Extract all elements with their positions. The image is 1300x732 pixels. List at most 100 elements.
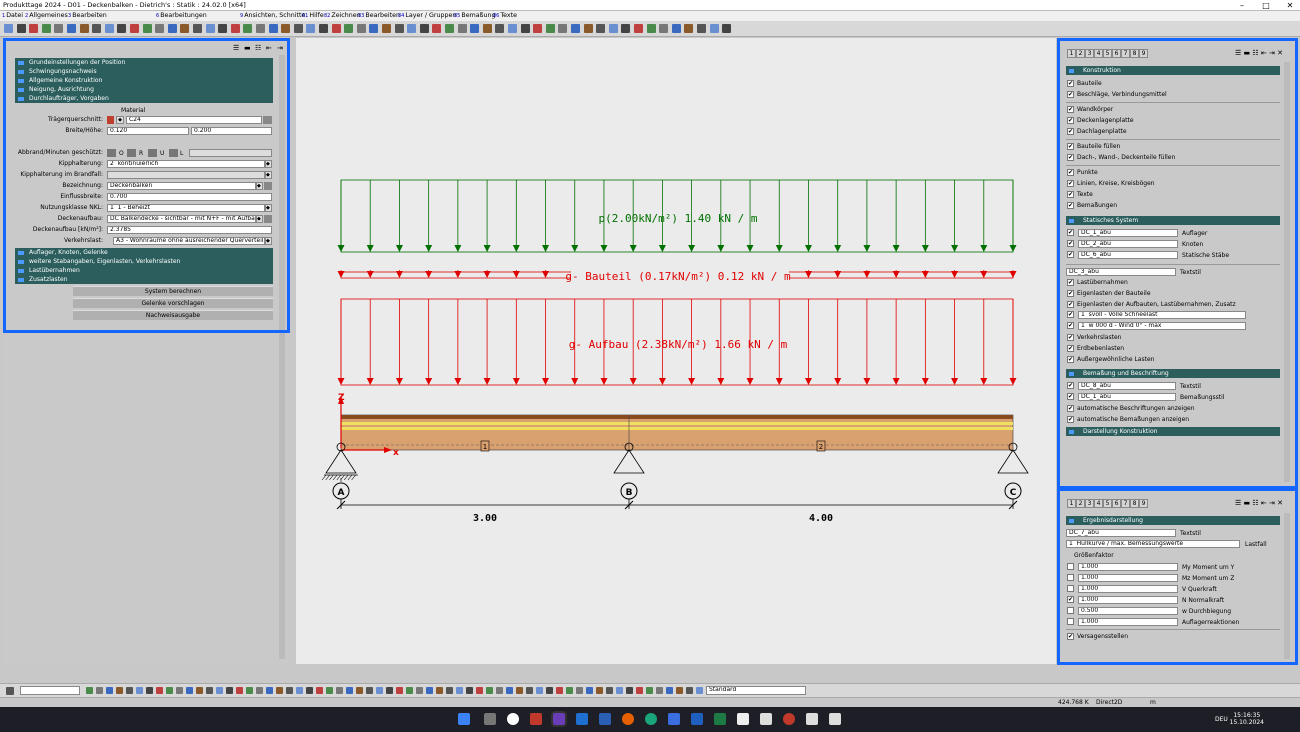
bottom-toolbar-button[interactable] <box>196 687 203 694</box>
toolbar-button[interactable] <box>545 24 555 33</box>
toolbar-button[interactable] <box>41 24 51 33</box>
bottom-toolbar-button[interactable] <box>256 687 263 694</box>
bottom-toolbar-button[interactable] <box>156 687 163 694</box>
toolbar-button[interactable] <box>180 24 190 33</box>
bottom-toolbar-button[interactable] <box>626 687 633 694</box>
toolbar-button[interactable] <box>4 24 13 33</box>
bottom-toolbar-button[interactable] <box>236 687 243 694</box>
beam[interactable] <box>340 414 1014 451</box>
dietrichs-app-icon[interactable] <box>551 711 567 727</box>
bottom-toolbar-button[interactable] <box>666 687 673 694</box>
toolbar-button[interactable] <box>457 24 467 33</box>
bottom-toolbar-button[interactable] <box>656 687 663 694</box>
bottom-toolbar-button[interactable] <box>206 687 213 694</box>
toolbar-button[interactable] <box>394 24 404 33</box>
toolbar-button[interactable] <box>319 24 328 33</box>
toolbar-button[interactable] <box>508 24 517 33</box>
bottom-toolbar-button[interactable] <box>416 687 423 694</box>
bottom-toolbar-button[interactable] <box>426 687 433 694</box>
toolbar-button[interactable] <box>256 24 265 33</box>
toolbar-button[interactable] <box>331 24 341 33</box>
toolbar-button[interactable] <box>243 24 253 33</box>
bottom-toolbar-button[interactable] <box>376 687 383 694</box>
bottom-toolbar-button[interactable] <box>556 687 563 694</box>
menu-bearbeiten-2[interactable]: 83Bearbeiten <box>358 12 400 19</box>
bottom-toolbar-button[interactable] <box>296 687 303 694</box>
toolbar-button[interactable] <box>659 24 669 33</box>
bottom-toolbar-button[interactable] <box>96 687 103 694</box>
bottom-toolbar-button[interactable] <box>396 687 403 694</box>
toolbar-button[interactable] <box>230 24 240 33</box>
pointer-icon[interactable] <box>6 687 14 695</box>
bottom-toolbar-button[interactable] <box>286 687 293 694</box>
toolbar-button[interactable] <box>482 24 492 33</box>
bottom-toolbar-button[interactable] <box>276 687 283 694</box>
maximize-button[interactable]: □ <box>1256 0 1276 11</box>
toolbar-button[interactable] <box>167 24 177 33</box>
bottom-toolbar-button[interactable] <box>246 687 253 694</box>
toolbar-button[interactable] <box>218 24 228 33</box>
toolbar-button[interactable] <box>193 24 202 33</box>
bottom-toolbar-button[interactable] <box>346 687 353 694</box>
toolbar-button[interactable] <box>533 24 543 33</box>
bottom-toolbar-button[interactable] <box>586 687 593 694</box>
bottom-toolbar-button[interactable] <box>226 687 233 694</box>
bottom-toolbar-button[interactable] <box>636 687 643 694</box>
excel-icon[interactable] <box>714 713 726 725</box>
drawing-canvas[interactable]: p(2.00kN/m²) 1.40 kN / m g- Bauteil (0.1… <box>296 38 1056 664</box>
app-icon[interactable] <box>737 713 749 725</box>
bottom-toolbar-button[interactable] <box>696 687 703 694</box>
menu-datei[interactable]: 1Datei <box>2 12 23 19</box>
toolbar-button[interactable] <box>697 24 706 33</box>
bottom-toolbar-button[interactable] <box>536 687 543 694</box>
bottom-toolbar-button[interactable] <box>596 687 603 694</box>
dimension-line[interactable] <box>336 499 1018 510</box>
bottom-toolbar-button[interactable] <box>366 687 373 694</box>
bottom-toolbar-button[interactable] <box>446 687 453 694</box>
menu-hilfe[interactable]: 61Hilfe <box>302 12 324 19</box>
bottom-toolbar-button[interactable] <box>216 687 223 694</box>
bottom-toolbar-button[interactable] <box>166 687 173 694</box>
bottom-toolbar-button[interactable] <box>356 687 363 694</box>
toolbar-button[interactable] <box>205 24 215 33</box>
bottom-toolbar-button[interactable] <box>336 687 343 694</box>
menu-texte[interactable]: 86Texte <box>493 12 517 19</box>
toolbar-button[interactable] <box>407 24 417 33</box>
close-button[interactable]: ✕ <box>1280 0 1300 11</box>
bottom-toolbar-button[interactable] <box>146 687 153 694</box>
bottom-toolbar-button[interactable] <box>526 687 533 694</box>
toolbar-button[interactable] <box>29 24 39 33</box>
bottom-toolbar-button[interactable] <box>306 687 313 694</box>
edge-icon[interactable] <box>645 713 657 725</box>
outlook-icon[interactable] <box>576 713 588 725</box>
toolbar-button[interactable] <box>671 24 681 33</box>
toolbar-button[interactable] <box>155 24 165 33</box>
bottom-toolbar-button[interactable] <box>456 687 463 694</box>
bottom-toolbar-button[interactable] <box>466 687 473 694</box>
toolbar-button[interactable] <box>558 24 568 33</box>
bottom-toolbar-button[interactable] <box>676 687 683 694</box>
toolbar-button[interactable] <box>432 24 442 33</box>
bottom-toolbar-button[interactable] <box>106 687 113 694</box>
toolbar-button[interactable] <box>596 24 606 33</box>
bottom-toolbar-button[interactable] <box>686 687 693 694</box>
toolbar-button[interactable] <box>344 24 354 33</box>
bottom-toolbar-button[interactable] <box>606 687 613 694</box>
word-icon[interactable] <box>691 713 703 725</box>
app-icon[interactable] <box>530 713 542 725</box>
app-icon[interactable] <box>484 713 496 725</box>
bottom-toolbar-button[interactable] <box>546 687 553 694</box>
toolbar-button[interactable] <box>445 24 454 33</box>
toolbar-button[interactable] <box>67 24 76 33</box>
toolbar-button[interactable] <box>583 24 593 33</box>
toolbar-button[interactable] <box>356 24 366 33</box>
bottom-toolbar-button[interactable] <box>496 687 503 694</box>
bottom-toolbar-button[interactable] <box>486 687 493 694</box>
menu-zeichnen[interactable]: 82Zeichnen <box>324 12 361 19</box>
minimize-button[interactable]: – <box>1232 0 1252 11</box>
toolbar-button[interactable] <box>79 24 89 33</box>
windows-start-icon[interactable] <box>458 713 470 725</box>
toolbar-button[interactable] <box>293 24 303 33</box>
bottom-toolbar-button[interactable] <box>516 687 523 694</box>
layer-select[interactable] <box>20 686 80 695</box>
